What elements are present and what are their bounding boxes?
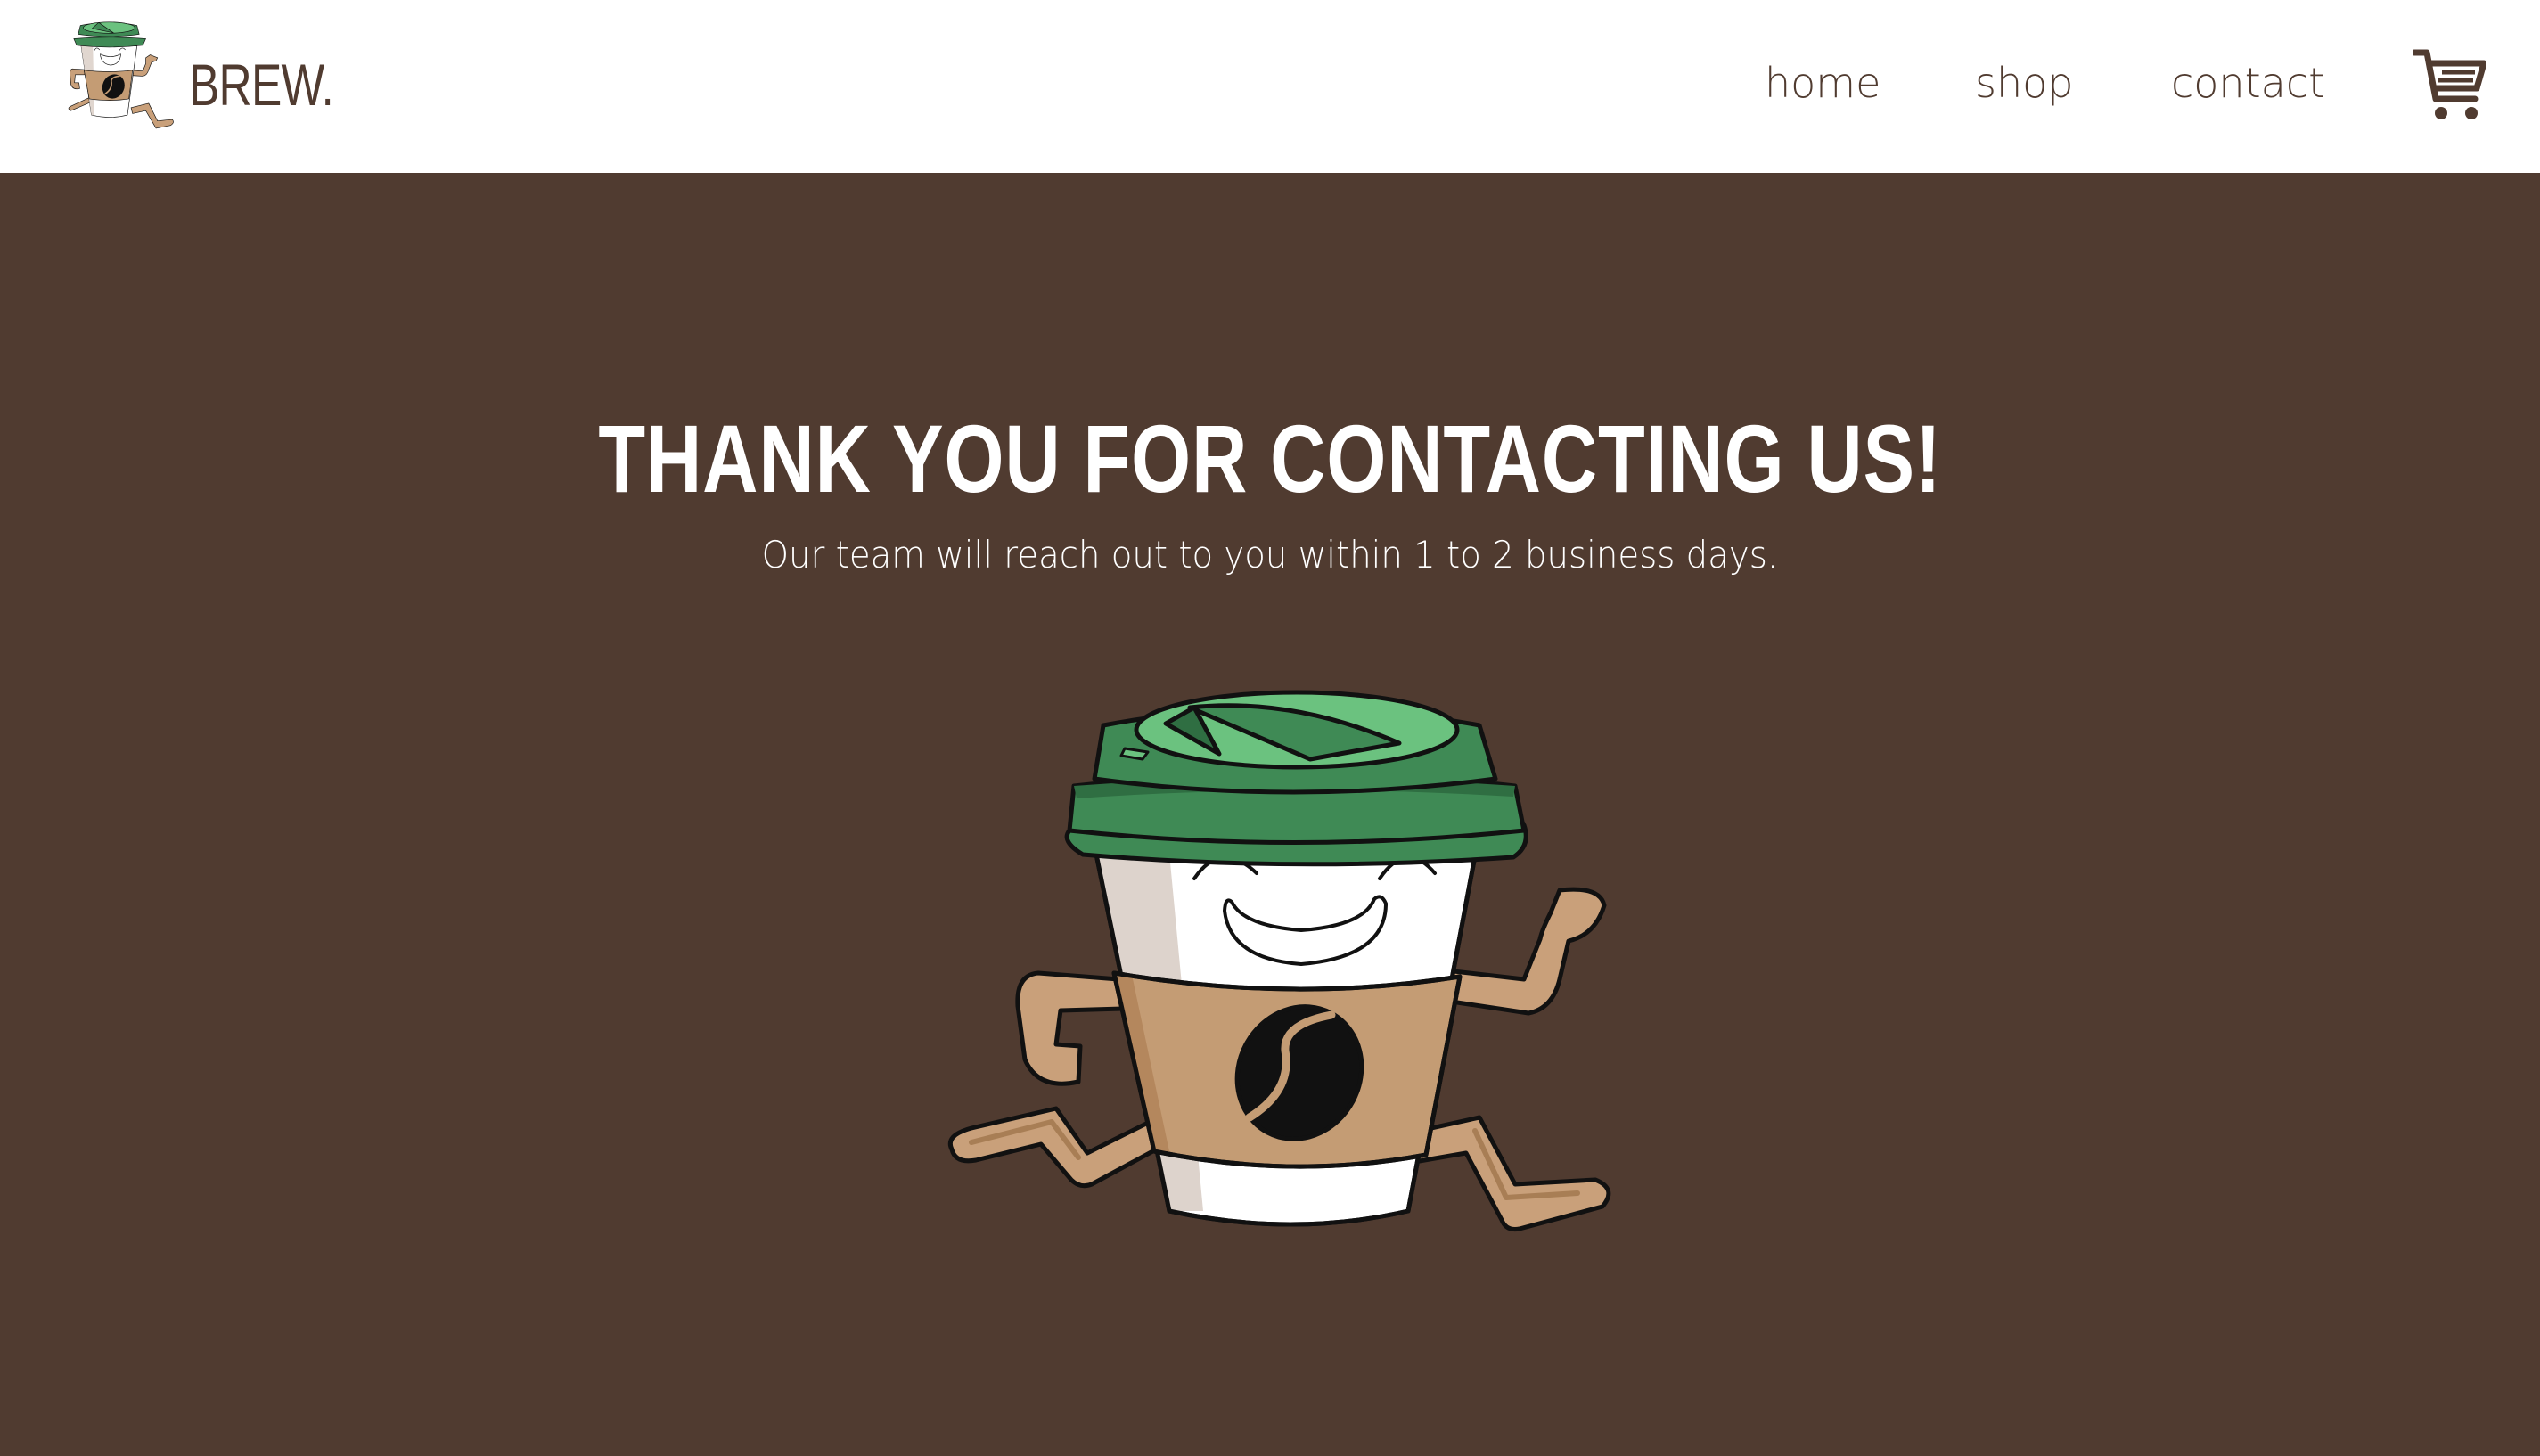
page-title: THANK YOU FOR CONTACTING US! bbox=[0, 403, 2540, 514]
nav-link-contact[interactable]: contact bbox=[2171, 59, 2324, 107]
coffee-cup-mascot-logo-icon bbox=[68, 21, 174, 129]
running-coffee-cup-mascot-illustration bbox=[947, 690, 1611, 1231]
brand-logo-link[interactable]: BREW. bbox=[43, 20, 374, 149]
brand-name: BREW. bbox=[189, 51, 334, 118]
nav-link-shop[interactable]: shop bbox=[1975, 59, 2073, 107]
site-header: BREW. home shop contact bbox=[0, 0, 2540, 173]
page-subtitle-text: Our team will reach out to you within 1 … bbox=[761, 533, 1779, 577]
confirmation-section: THANK YOU FOR CONTACTING US! Our team wi… bbox=[0, 173, 2540, 1452]
page-subtitle: Our team will reach out to you within 1 … bbox=[0, 533, 2540, 577]
nav-link-home[interactable]: home bbox=[1765, 59, 1880, 107]
page-title-text: THANK YOU FOR CONTACTING US! bbox=[598, 405, 1942, 512]
cart-icon[interactable] bbox=[2413, 47, 2486, 124]
